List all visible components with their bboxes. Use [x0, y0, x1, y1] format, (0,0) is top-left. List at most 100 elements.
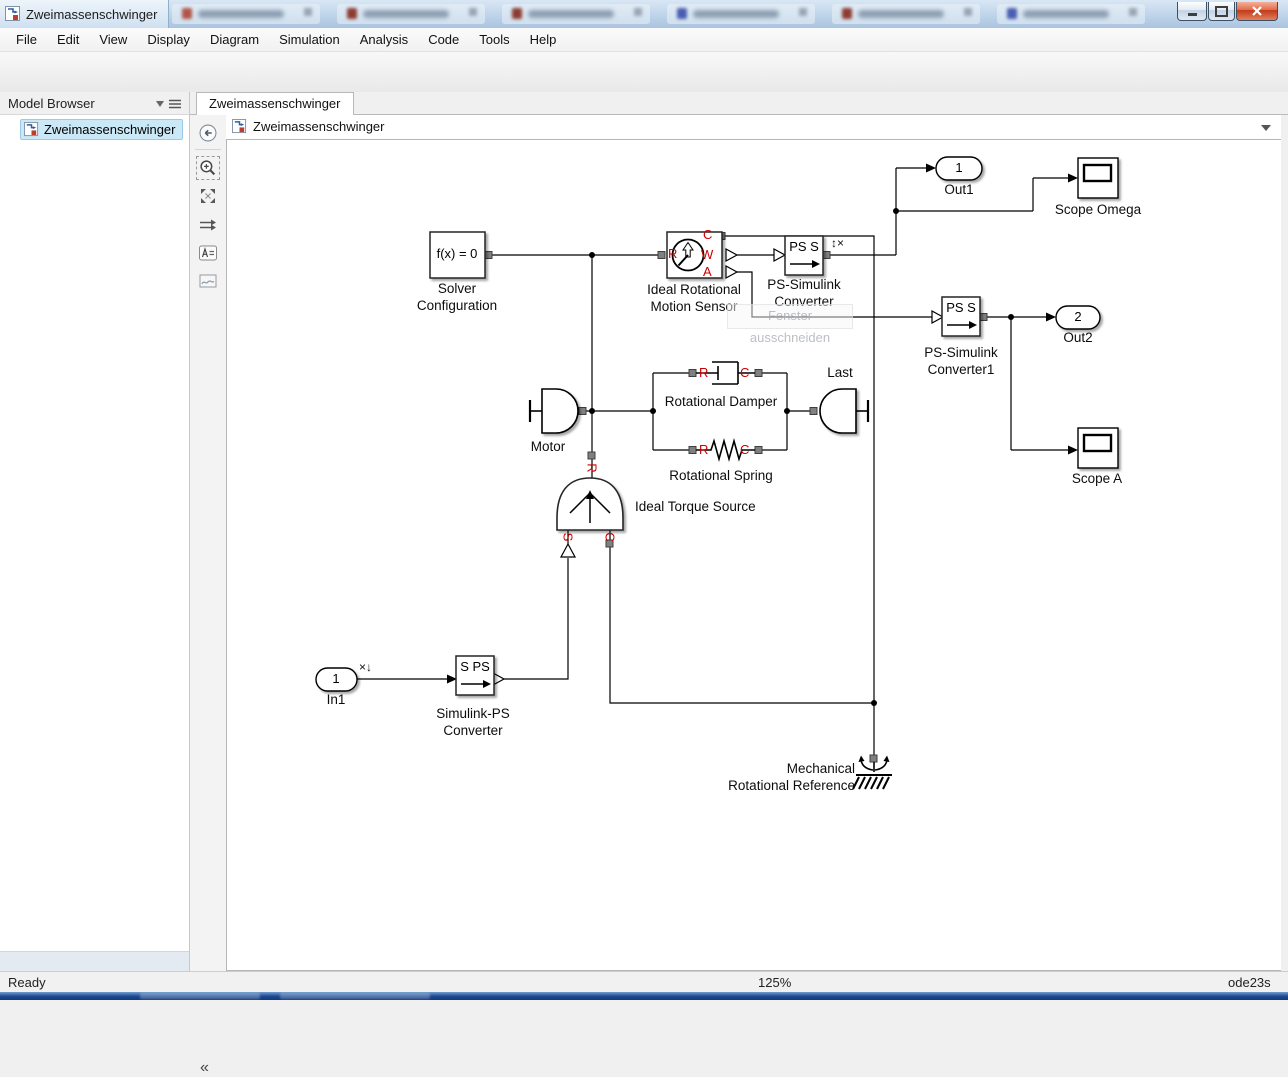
panel-menu-icon[interactable]	[156, 99, 182, 109]
menu-view[interactable]: View	[89, 29, 137, 50]
tree-item-model-root[interactable]: Zweimassenschwinger	[20, 119, 183, 140]
simulink-ps-label-1: Simulink-PS	[436, 706, 510, 722]
title-tab-blurred[interactable]	[997, 4, 1145, 24]
tree-item-label: Zweimassenschwinger	[44, 122, 176, 137]
title-tab-blurred[interactable]	[832, 4, 980, 24]
menu-diagram[interactable]: Diagram	[200, 29, 269, 50]
palette-strip: «	[190, 115, 226, 972]
out2-number: 2	[1074, 310, 1081, 324]
annotation-button[interactable]	[197, 242, 219, 264]
out1-number: 1	[955, 161, 962, 175]
image-annotation-button[interactable]	[197, 270, 219, 292]
in1-number: 1	[332, 672, 339, 686]
simulink-ps-text: S PS	[460, 660, 490, 674]
last-inertia-block[interactable]	[820, 389, 868, 433]
annotation-icon	[199, 245, 217, 261]
title-tab-active[interactable]: Zweimassenschwinger	[0, 0, 169, 28]
damper-port-r: R	[699, 366, 708, 379]
status-state: Ready	[8, 975, 46, 990]
menu-display[interactable]: Display	[137, 29, 200, 50]
diagram-graphics[interactable]	[226, 141, 1280, 970]
minimize-button[interactable]	[1177, 2, 1207, 21]
panel-scroll-track[interactable]	[0, 951, 189, 972]
sensor-port-r: R	[668, 247, 677, 260]
model-browser-panel: Zweimassenschwinger	[0, 115, 190, 972]
out2-label: Out2	[1063, 330, 1092, 346]
collapse-palette-button[interactable]: «	[200, 1059, 209, 1077]
editor-tab-active[interactable]: Zweimassenschwinger	[196, 92, 354, 115]
scope-screen-icon	[1084, 165, 1111, 181]
torque-port-s: S	[562, 533, 575, 542]
simulink-model-icon	[232, 119, 247, 134]
damper-port-c: C	[740, 366, 749, 379]
simulink-ps-label-2: Converter	[443, 723, 502, 739]
close-button[interactable]	[1236, 2, 1278, 21]
close-icon	[1252, 6, 1262, 16]
breadcrumb-bar: Zweimassenschwinger	[226, 115, 1281, 140]
diagram-layer: f(x) = 0 PS S PS S S PS 1 2 1 Solver Con…	[226, 141, 1280, 970]
scope-screen-icon	[1084, 435, 1111, 451]
solver-label-1: Solver	[438, 281, 476, 297]
zoom-tool-button[interactable]	[197, 157, 219, 179]
model-browser-title: Model Browser	[8, 96, 95, 111]
menu-file[interactable]: File	[6, 29, 47, 50]
title-bar: Zweimassenschwinger	[0, 0, 1288, 29]
scope-omega-block[interactable]	[1078, 158, 1118, 198]
sensor-label-1: Ideal Rotational	[647, 282, 741, 298]
breadcrumb[interactable]: Zweimassenschwinger	[232, 119, 385, 134]
motor-inertia-block[interactable]	[530, 389, 578, 433]
snipping-tool-ghost-text: Fenster ausschneiden	[727, 304, 853, 329]
sensor-port-a: A	[703, 265, 712, 278]
scope-omega-label: Scope Omega	[1055, 202, 1141, 218]
reference-label-2: Rotational Reference	[635, 778, 855, 794]
menu-edit[interactable]: Edit	[47, 29, 89, 50]
editor-tab-label: Zweimassenschwinger	[209, 96, 341, 111]
minimize-icon	[1188, 13, 1197, 16]
scope-a-block[interactable]	[1078, 428, 1118, 468]
torque-port-c: C	[604, 532, 617, 541]
in1-label: In1	[327, 692, 346, 708]
ps-converter1-label-1: PS-Simulink	[924, 345, 998, 361]
fit-to-view-button[interactable]	[197, 185, 219, 207]
status-bar: Ready 125% ode23s	[0, 971, 1288, 992]
scope-a-label: Scope A	[1072, 471, 1122, 487]
spring-label: Rotational Spring	[669, 468, 773, 484]
maximize-icon	[1215, 6, 1228, 17]
breadcrumb-dropdown-icon[interactable]	[1261, 125, 1271, 131]
damper-label: Rotational Damper	[665, 394, 778, 410]
torque-source-label: Ideal Torque Source	[635, 499, 756, 515]
title-tab-blurred[interactable]	[172, 4, 320, 24]
out1-label: Out1	[944, 182, 973, 198]
menu-help[interactable]: Help	[520, 29, 567, 50]
toolbar: Normal	[0, 52, 1288, 93]
menu-tools[interactable]: Tools	[469, 29, 519, 50]
signal-routing-button[interactable]	[197, 214, 219, 236]
menu-simulation[interactable]: Simulation	[269, 29, 350, 50]
ps-converter-label-1: PS-Simulink	[767, 277, 841, 293]
maximize-button[interactable]	[1208, 2, 1235, 21]
in1-signal-marker: ×↓	[359, 661, 372, 673]
sensor-label-2: Motion Sensor	[650, 299, 737, 315]
spring-port-r: R	[699, 443, 708, 456]
menu-analysis[interactable]: Analysis	[350, 29, 418, 50]
last-label: Last	[827, 365, 853, 381]
zoom-in-icon	[199, 159, 217, 177]
reference-label-1: Mechanical	[655, 761, 855, 777]
solver-expression: f(x) = 0	[437, 247, 478, 261]
image-icon	[199, 273, 217, 289]
right-gutter	[1281, 115, 1288, 971]
menu-code[interactable]: Code	[418, 29, 469, 50]
ps-converter1-text: PS S	[946, 301, 976, 315]
ps-converter-signal-marker: ↕×	[831, 237, 844, 249]
simulink-model-icon	[24, 122, 39, 137]
motor-label: Motor	[531, 439, 566, 455]
title-tab-blurred[interactable]	[337, 4, 485, 24]
torque-source-block[interactable]	[557, 478, 623, 530]
windows-taskbar[interactable]	[0, 992, 1288, 1000]
title-tab-blurred[interactable]	[667, 4, 815, 24]
signal-arrows-icon	[199, 217, 217, 233]
hide-breadcrumb-button[interactable]	[197, 122, 219, 144]
title-tab-blurred[interactable]	[502, 4, 650, 24]
torque-port-r: R	[586, 463, 599, 472]
solver-label-2: Configuration	[417, 298, 497, 314]
